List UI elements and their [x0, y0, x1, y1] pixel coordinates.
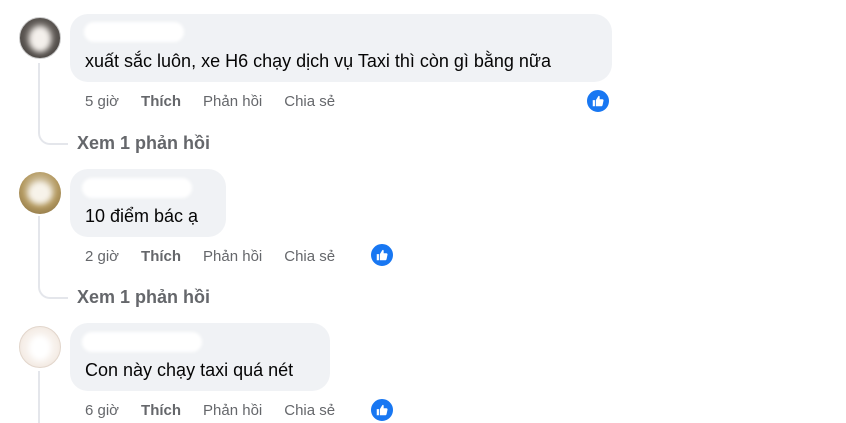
like-reaction-icon[interactable]: [370, 243, 394, 267]
timestamp[interactable]: 2 giờ: [85, 248, 119, 266]
thumbs-up-icon: [376, 249, 388, 261]
thumbs-up-icon: [592, 95, 604, 107]
reply-button[interactable]: Phản hồi: [203, 402, 262, 420]
comment-text: Con này chạy taxi quá nét: [85, 360, 294, 380]
like-reaction-icon[interactable]: [370, 398, 394, 422]
comment-actions: 6 giờ Thích Phản hồi Chia sẻ: [85, 402, 335, 420]
thread-connector: [38, 131, 68, 145]
like-button[interactable]: Thích: [141, 248, 181, 266]
like-button[interactable]: Thích: [141, 402, 181, 420]
view-replies-link[interactable]: Xem 1 phản hồi: [77, 132, 210, 154]
avatar[interactable]: [19, 326, 61, 368]
share-button[interactable]: Chia sẻ: [284, 93, 335, 111]
comment-bubble: 10 điểm bác ạ: [70, 169, 226, 237]
comment-actions: 5 giờ Thích Phản hồi Chia sẻ: [85, 93, 335, 111]
reply-button[interactable]: Phản hồi: [203, 93, 262, 111]
comment-text: 10 điểm bác ạ: [85, 206, 199, 226]
thread-connector: [38, 285, 68, 299]
comment-bubble: xuất sắc luôn, xe H6 chạy dịch vụ Taxi t…: [70, 14, 612, 82]
share-button[interactable]: Chia sẻ: [284, 402, 335, 420]
author-name-redacted[interactable]: [84, 22, 184, 42]
share-button[interactable]: Chia sẻ: [284, 248, 335, 266]
thumbs-up-icon: [376, 404, 388, 416]
avatar[interactable]: [19, 17, 61, 59]
like-button[interactable]: Thích: [141, 93, 181, 111]
comment-text: xuất sắc luôn, xe H6 chạy dịch vụ Taxi t…: [85, 51, 551, 71]
thread-line: [38, 63, 40, 131]
timestamp[interactable]: 6 giờ: [85, 402, 119, 420]
thread-line: [38, 216, 40, 286]
view-replies-link[interactable]: Xem 1 phản hồi: [77, 286, 210, 308]
author-name-redacted[interactable]: [82, 178, 192, 198]
comment-bubble: Con này chạy taxi quá nét: [70, 323, 330, 391]
comment-actions: 2 giờ Thích Phản hồi Chia sẻ: [85, 248, 335, 266]
thread-line: [38, 371, 40, 423]
timestamp[interactable]: 5 giờ: [85, 93, 119, 111]
author-name-redacted[interactable]: [82, 332, 202, 352]
like-reaction-icon[interactable]: [586, 89, 610, 113]
avatar[interactable]: [19, 172, 61, 214]
reply-button[interactable]: Phản hồi: [203, 248, 262, 266]
